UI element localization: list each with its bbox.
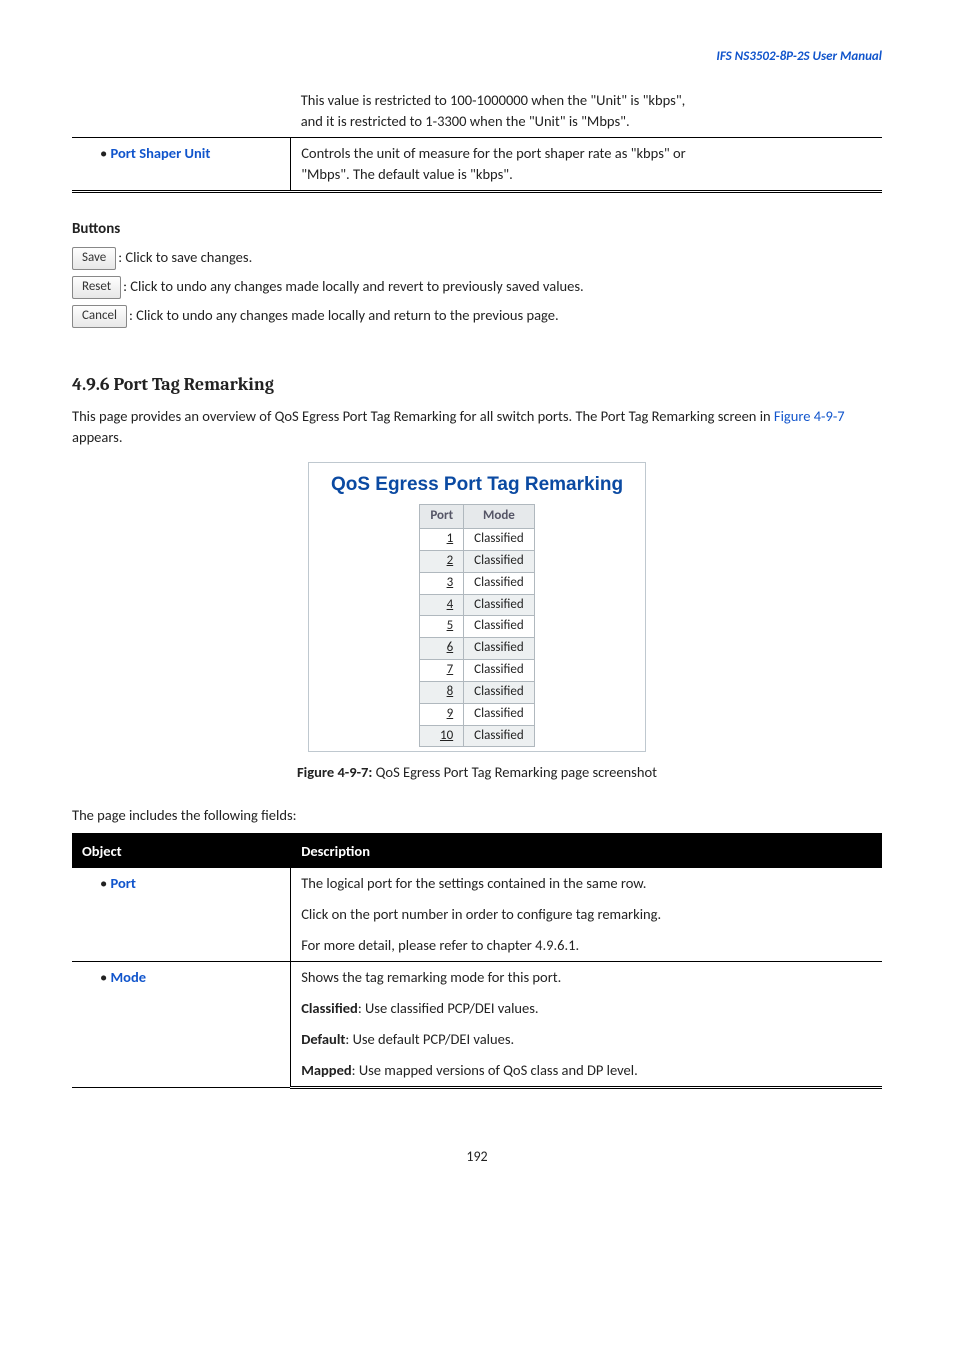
figure-wrapper: QoS Egress Port Tag Remarking Port Mode …: [72, 462, 882, 753]
table-row: 3Classified: [420, 572, 534, 594]
table-row: 5Classified: [420, 616, 534, 638]
port-link[interactable]: 1: [420, 529, 464, 551]
figure-caption: Figure 4-9-7: QoS Egress Port Tag Remark…: [72, 762, 882, 783]
cancel-text: : Click to undo any changes made locally…: [129, 306, 559, 324]
mode-cell: Classified: [464, 572, 534, 594]
port-desc-cell: Click on the port number in order to con…: [291, 899, 882, 930]
figure-title: QoS Egress Port Tag Remarking: [331, 471, 623, 499]
reset-text: : Click to undo any changes made locally…: [123, 277, 584, 295]
mode-classified-strong: Classified: [301, 999, 358, 1017]
table-row: 10Classified: [420, 725, 534, 747]
mode-cell: Classified: [464, 638, 534, 660]
port-link[interactable]: 3: [420, 572, 464, 594]
fields-head-object: Object: [72, 834, 291, 867]
cancel-button[interactable]: Cancel: [72, 305, 127, 328]
port-link[interactable]: 9: [420, 703, 464, 725]
port-desc-cell: For more detail, please refer to chapter…: [291, 930, 882, 962]
port-desc-cell: The logical port for the settings contai…: [291, 867, 882, 899]
qos-table: Port Mode 1Classified2Classified3Classif…: [419, 504, 534, 747]
mode-cell: Classified: [464, 725, 534, 747]
table-row: 1Classified: [420, 529, 534, 551]
mode-cell: Classified: [464, 616, 534, 638]
port-link[interactable]: 7: [420, 660, 464, 682]
spec-label: Port Shaper Unit: [111, 144, 211, 162]
save-text: : Click to save changes.: [118, 248, 252, 266]
mode-desc-cell: Mapped: Use mapped versions of QoS class…: [291, 1055, 882, 1088]
save-button[interactable]: Save: [72, 247, 116, 270]
para-text: appears.: [72, 428, 122, 446]
mode-cell: Classified: [464, 594, 534, 616]
fields-intro: The page includes the following fields:: [72, 805, 882, 826]
save-row: Save: Click to save changes.: [72, 247, 882, 270]
page-number: 192: [72, 1147, 882, 1167]
table-row: 8Classified: [420, 681, 534, 703]
bullet: •: [100, 968, 111, 986]
mode-cell: Classified: [464, 681, 534, 703]
mode-cell: Classified: [464, 529, 534, 551]
fields-head-description: Description: [291, 834, 882, 867]
table-row: 9Classified: [420, 703, 534, 725]
mode-desc-cell: Shows the tag remarking mode for this po…: [291, 961, 882, 993]
spec-desc-cell: Controls the unit of measure for the por…: [291, 137, 882, 191]
spec-empty-cell: [72, 85, 291, 138]
spec-label-cell: • Port Shaper Unit: [72, 137, 291, 191]
qos-col-mode: Mode: [464, 505, 534, 529]
table-row: 2Classified: [420, 550, 534, 572]
mode-default-rest: : Use default PCP/DEI values.: [345, 1030, 514, 1048]
port-link[interactable]: 8: [420, 681, 464, 703]
spec-desc-cell: This value is restricted to 100-1000000 …: [291, 85, 882, 138]
buttons-heading: Buttons: [72, 219, 882, 241]
bullet: •: [100, 144, 111, 162]
fields-mode-label-cell: • Mode: [72, 961, 291, 1087]
table-row: 6Classified: [420, 638, 534, 660]
mode-desc-cell: Default: Use default PCP/DEI values.: [291, 1024, 882, 1055]
figure-caption-lead: Figure 4-9-7:: [297, 763, 372, 781]
fields-port-label-cell: • Port: [72, 867, 291, 961]
qos-col-port: Port: [420, 505, 464, 529]
spec-desc-line: This value is restricted to 100-1000000 …: [301, 91, 686, 109]
mode-classified-rest: : Use classified PCP/DEI values.: [358, 999, 539, 1017]
table-row: 4Classified: [420, 594, 534, 616]
mode-label: Mode: [111, 968, 147, 986]
figure-caption-rest: QoS Egress Port Tag Remarking page scree…: [372, 763, 657, 781]
para-text: This page provides an overview of QoS Eg…: [72, 407, 774, 425]
port-link[interactable]: 2: [420, 550, 464, 572]
reset-row: Reset: Click to undo any changes made lo…: [72, 276, 882, 299]
section-paragraph: This page provides an overview of QoS Eg…: [72, 406, 882, 448]
mode-cell: Classified: [464, 550, 534, 572]
mode-mapped-rest: : Use mapped versions of QoS class and D…: [352, 1061, 638, 1079]
port-link[interactable]: 10: [420, 725, 464, 747]
spec-desc-line: and it is restricted to 1-3300 when the …: [301, 112, 630, 130]
port-label: Port: [111, 874, 136, 892]
mode-mapped-strong: Mapped: [301, 1061, 351, 1079]
mode-desc-cell: Classified: Use classified PCP/DEI value…: [291, 993, 882, 1024]
figure-box: QoS Egress Port Tag Remarking Port Mode …: [308, 462, 646, 753]
figure-link[interactable]: Figure 4-9-7: [774, 407, 845, 425]
mode-cell: Classified: [464, 703, 534, 725]
doc-header: IFS NS3502-8P-2S User Manual: [72, 48, 882, 67]
port-link[interactable]: 6: [420, 638, 464, 660]
reset-button[interactable]: Reset: [72, 276, 121, 299]
spec-desc-line: "Mbps". The default value is "kbps".: [301, 165, 513, 183]
spec-table-continued: This value is restricted to 100-1000000 …: [72, 85, 882, 193]
fields-table: Object Description • Port The logical po…: [72, 833, 882, 1089]
port-link[interactable]: 5: [420, 616, 464, 638]
cancel-row: Cancel: Click to undo any changes made l…: [72, 305, 882, 328]
mode-cell: Classified: [464, 660, 534, 682]
bullet: •: [100, 874, 111, 892]
mode-default-strong: Default: [301, 1030, 345, 1048]
spec-desc-line: Controls the unit of measure for the por…: [301, 144, 685, 162]
port-link[interactable]: 4: [420, 594, 464, 616]
table-row: 7Classified: [420, 660, 534, 682]
section-heading: 4.9.6 Port Tag Remarking: [72, 372, 882, 398]
